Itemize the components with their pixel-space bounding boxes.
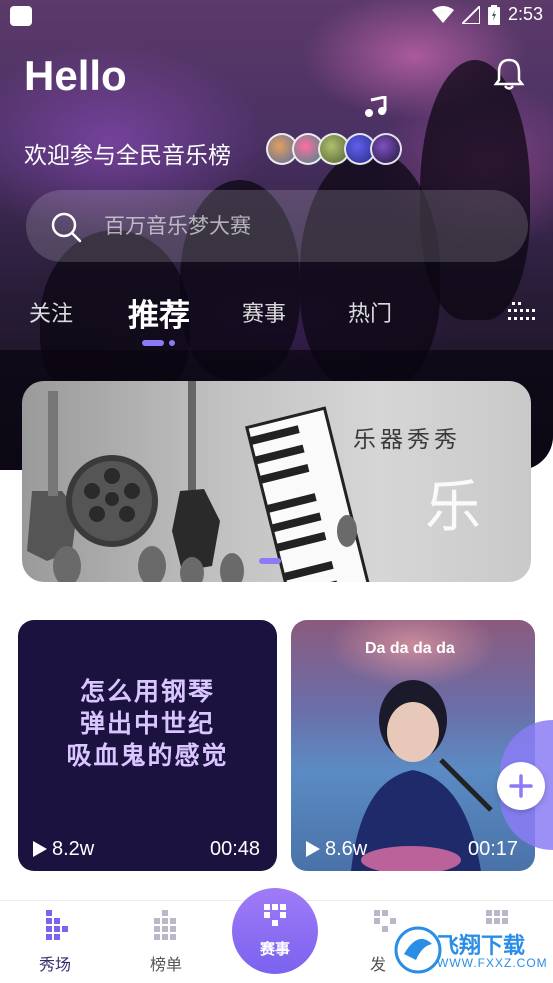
video-text-line-3: 吸血鬼的感觉 [66, 741, 229, 770]
nav-item-publish[interactable]: 发 [370, 951, 386, 975]
notification-icon [10, 6, 32, 26]
signal-icon [461, 5, 480, 24]
avatar [370, 133, 402, 165]
chart-list-icon [154, 910, 176, 940]
nav-item-showroom[interactable]: 秀场 [39, 951, 71, 975]
status-bar: 2:53 [0, 0, 553, 34]
banner-title: 乐器秀秀 [353, 427, 461, 453]
add-button[interactable] [497, 762, 545, 810]
tab-events[interactable]: 赛事 [242, 296, 286, 328]
tab-hot[interactable]: 热门 [348, 296, 392, 328]
play-icon [306, 841, 320, 857]
bell-icon[interactable] [493, 56, 525, 92]
music-note-icon [365, 96, 387, 117]
nav-center-label: 赛事 [259, 940, 290, 958]
greeting-title: Hello [24, 52, 127, 99]
search-input[interactable] [104, 210, 504, 242]
play-icon [33, 841, 47, 857]
page-subtitle: 欢迎参与全民音乐榜 [24, 143, 231, 169]
search-bar[interactable] [26, 190, 528, 262]
nav-item-events-center[interactable] [232, 888, 318, 974]
grid-menu-icon[interactable] [508, 300, 538, 324]
tab-follow[interactable]: 关注 [29, 296, 73, 328]
tab-recommend[interactable]: 推荐 [128, 290, 190, 335]
showroom-icon [46, 910, 68, 940]
video-play-count: 8.2w [52, 838, 95, 860]
tab-indicator [142, 340, 164, 346]
tab-indicator-dot [169, 340, 175, 346]
video-lyric: Da da da da [365, 640, 455, 657]
video-text-line-2: 弹出中世纪 [79, 709, 215, 738]
battery-icon [487, 4, 500, 25]
app-screen: 2:53 Hello 欢迎参与全民音乐榜 关注 推荐 赛事 热门 [0, 0, 553, 983]
video-duration: 00:48 [210, 838, 261, 860]
events-icon [264, 904, 286, 926]
search-icon [51, 212, 82, 243]
banner-big-char: 乐 [425, 475, 481, 540]
plus-icon [509, 774, 533, 798]
video-duration: 00:17 [468, 838, 519, 860]
nav-item-charts[interactable]: 榜单 [150, 951, 182, 975]
video-text-line-1: 怎么用钢琴 [79, 677, 215, 706]
status-time: 2:53 [507, 4, 543, 24]
video-play-count: 8.6w [325, 838, 368, 860]
wifi-icon [431, 5, 454, 23]
watermark-sub: WWW.FXXZ.COM [437, 956, 548, 970]
banner-pagination-dot [259, 558, 281, 564]
